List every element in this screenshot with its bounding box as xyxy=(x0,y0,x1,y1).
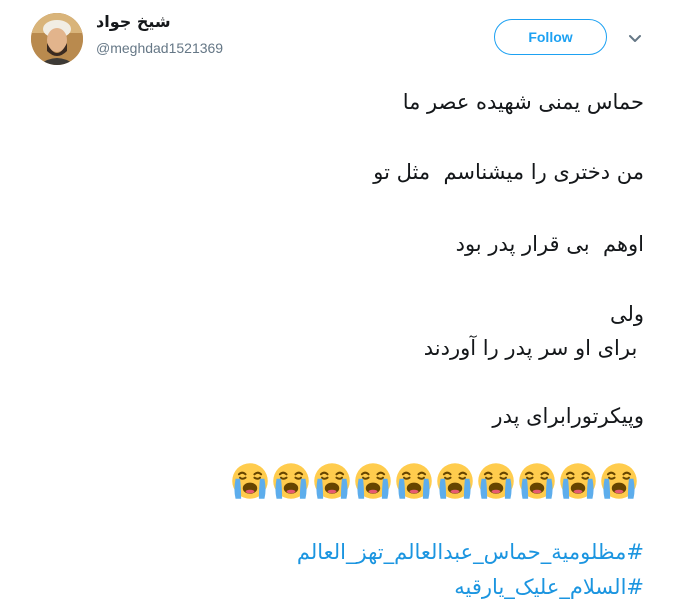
chevron-down-icon[interactable] xyxy=(628,32,642,46)
hashtag-link[interactable]: #مظلومية_حماس_عبدالعالم_تهز_العالم xyxy=(297,540,644,564)
tweet-line: وپیکرتورابرای پدر xyxy=(492,404,644,428)
tweet-line: اوهم بی قرار پدر بود xyxy=(455,232,644,256)
tweet-line: ولی xyxy=(609,302,644,326)
tweet-line: برای او سر پدر را آوردند xyxy=(423,336,644,360)
loudly-crying-face-icon xyxy=(232,463,268,499)
loudly-crying-face-icon xyxy=(314,463,350,499)
loudly-crying-face-icon xyxy=(355,463,391,499)
user-avatar-icon xyxy=(31,13,83,65)
loudly-crying-face-icon xyxy=(437,463,473,499)
tweet-line: من دختری را میشناسم مثل تو xyxy=(373,160,644,184)
follow-button[interactable]: Follow xyxy=(494,19,607,55)
emoji-row xyxy=(230,461,644,503)
loudly-crying-face-icon xyxy=(478,463,514,499)
loudly-crying-face-icon xyxy=(560,463,596,499)
author-handle[interactable]: @meghdad1521369 xyxy=(96,40,223,56)
author-display-name[interactable]: شیخ جواد xyxy=(96,12,171,31)
loudly-crying-face-icon xyxy=(519,463,555,499)
tweet-line: حماس یمنی شهیده عصر ما xyxy=(402,90,644,114)
tweet-header: شیخ جواد @meghdad1521369 Follow xyxy=(0,0,674,80)
loudly-crying-face-icon xyxy=(396,463,432,499)
loudly-crying-face-icon xyxy=(273,463,309,499)
loudly-crying-face-icon xyxy=(601,463,637,499)
hashtag-link[interactable]: #السلام_علیک_یارقیه xyxy=(454,575,644,599)
avatar[interactable] xyxy=(31,13,83,65)
